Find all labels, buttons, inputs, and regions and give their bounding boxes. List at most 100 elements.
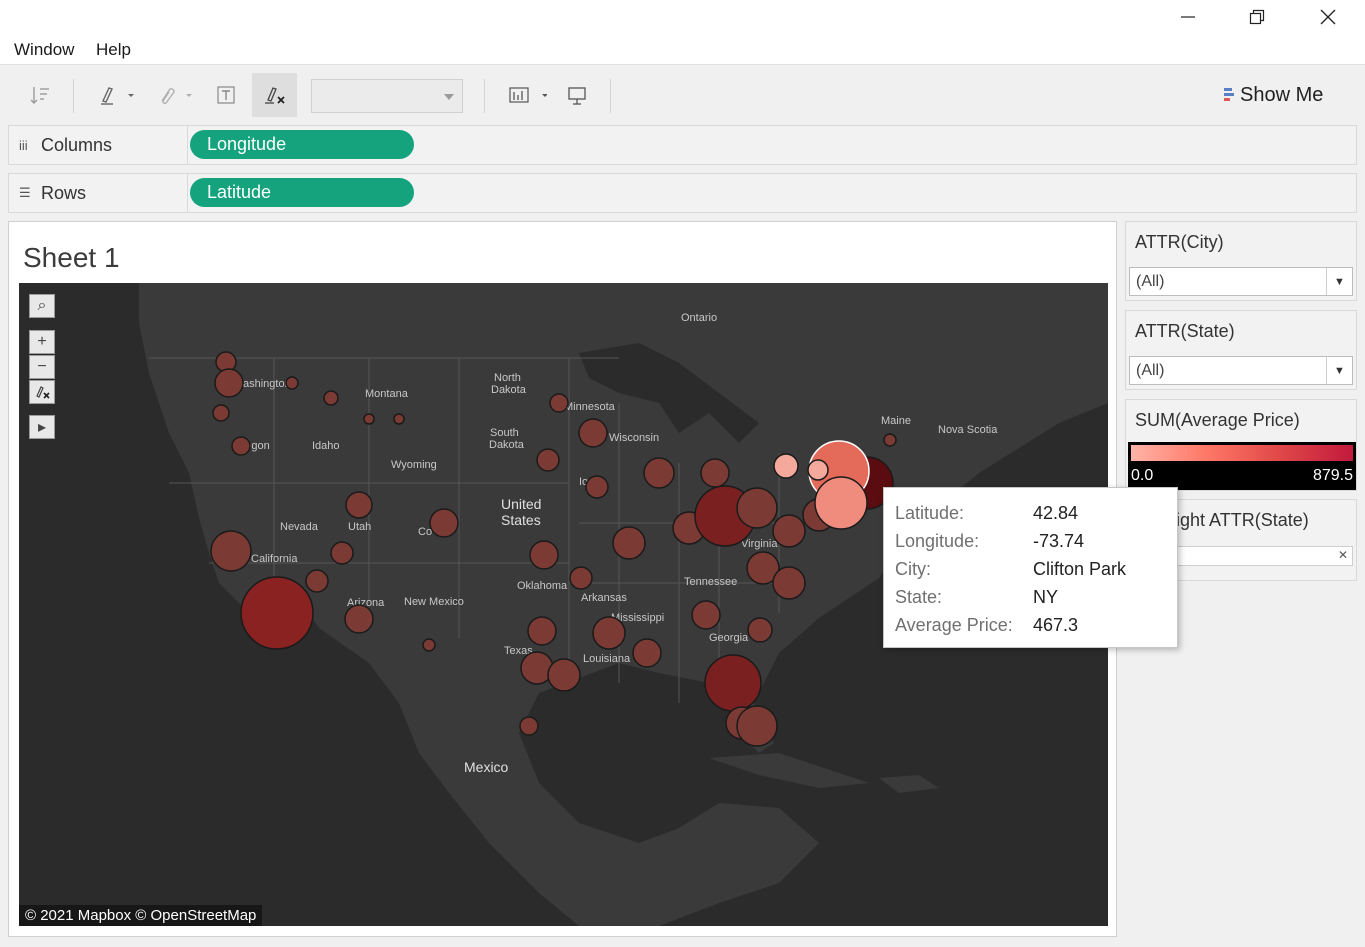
map-mark[interactable] xyxy=(736,487,778,529)
clear-highlight-icon[interactable] xyxy=(252,73,297,117)
map-mark[interactable] xyxy=(632,638,662,668)
tooltip-value: Clifton Park xyxy=(1033,559,1127,579)
map-mark[interactable] xyxy=(519,716,539,736)
chevron-down-icon: ▼ xyxy=(1326,357,1352,384)
map-mark[interactable] xyxy=(772,566,806,600)
tooltip-row-average-price: Average Price: 467.3 xyxy=(895,615,1078,636)
map-mark[interactable] xyxy=(285,376,299,390)
map-mark[interactable] xyxy=(612,526,646,560)
sheet-title: Sheet 1 xyxy=(23,242,120,273)
map-attribution: © 2021 Mapbox © OpenStreetMap xyxy=(19,905,263,926)
map-mark[interactable] xyxy=(344,604,374,634)
zoom-in-icon[interactable]: + xyxy=(29,330,55,354)
map-label-arkansas: Arkansas xyxy=(581,592,627,604)
color-legend: 0.0 879.5 xyxy=(1128,442,1356,490)
map-mark[interactable] xyxy=(323,390,339,406)
longitude-pill[interactable]: Longitude xyxy=(190,130,414,159)
close-icon[interactable]: ✕ xyxy=(1338,548,1348,562)
map-mark[interactable] xyxy=(807,459,829,481)
chart-format-icon[interactable] xyxy=(500,73,550,117)
tooltip: Latitude: 42.84 Longitude: -73.74 City: Cli… xyxy=(883,487,1178,648)
map-label-united-states-1: United xyxy=(501,496,541,512)
map-mark[interactable] xyxy=(691,600,721,630)
map-label-ontario: Ontario xyxy=(681,312,717,324)
map-label-utah: Utah xyxy=(348,521,371,533)
show-me-icon xyxy=(1224,88,1234,101)
toolbar: Show Me xyxy=(0,64,1365,122)
map-mark[interactable] xyxy=(240,576,314,650)
presentation-icon[interactable] xyxy=(562,73,592,117)
zoom-out-icon[interactable]: − xyxy=(29,355,55,379)
hispaniola xyxy=(879,775,939,793)
map-mark[interactable] xyxy=(773,453,799,479)
map-mark[interactable] xyxy=(643,457,675,489)
sort-icon[interactable] xyxy=(24,73,56,117)
map-label-california: California xyxy=(251,553,298,565)
fit-dropdown[interactable] xyxy=(311,79,463,113)
map-mark[interactable] xyxy=(212,404,230,422)
map-mark[interactable] xyxy=(578,418,608,448)
tooltip-value: 42.84 xyxy=(1033,503,1079,523)
close-icon[interactable] xyxy=(1305,0,1351,34)
map-mark[interactable] xyxy=(231,436,251,456)
map-mark[interactable] xyxy=(210,530,252,572)
tooltip-value: NY xyxy=(1033,587,1059,607)
map-label-virginia: Virginia xyxy=(741,538,778,550)
menu-window[interactable]: Window xyxy=(14,40,74,60)
map-mark[interactable] xyxy=(704,654,762,712)
city-filter-dropdown[interactable]: (All) ▼ xyxy=(1129,267,1353,296)
map-label-mexico: Mexico xyxy=(464,759,509,775)
map-mark[interactable] xyxy=(214,368,244,398)
map-mark[interactable] xyxy=(305,569,329,593)
map-mark[interactable] xyxy=(527,616,557,646)
map-mark[interactable] xyxy=(747,617,773,643)
title-bar xyxy=(0,0,1365,36)
columns-icon: iii xyxy=(19,137,28,153)
map-mark[interactable] xyxy=(429,508,459,538)
map-label-new-mexico: New Mexico xyxy=(404,596,464,608)
expand-toolbar-icon[interactable]: ▸ xyxy=(29,415,55,439)
map-mark[interactable] xyxy=(736,705,778,747)
map-mark[interactable] xyxy=(547,658,581,692)
menu-help[interactable]: Help xyxy=(96,40,131,60)
map-mark[interactable] xyxy=(883,433,897,447)
map-mark[interactable] xyxy=(345,491,373,519)
annotate-icon[interactable] xyxy=(150,73,196,117)
map-label-maine: Maine xyxy=(881,415,911,427)
map-mark[interactable] xyxy=(422,638,436,652)
map-mark[interactable] xyxy=(549,393,569,413)
map-mark[interactable] xyxy=(393,413,405,425)
rows-label: Rows xyxy=(41,182,87,203)
minimize-icon[interactable] xyxy=(1165,0,1211,34)
map-mark[interactable] xyxy=(330,541,354,565)
map-mark[interactable] xyxy=(536,448,560,472)
map-label-nova-scotia: Nova Scotia xyxy=(938,424,998,436)
state-filter-dropdown[interactable]: (All) ▼ xyxy=(1129,356,1353,385)
show-me-button[interactable]: Show Me xyxy=(1218,81,1323,109)
map-mark[interactable] xyxy=(569,566,593,590)
map-label-north-dakota-2: Dakota xyxy=(491,384,527,396)
tooltip-label: Average Price: xyxy=(895,615,1013,635)
map-mark[interactable] xyxy=(592,616,626,650)
map-search-icon[interactable]: ⌕ xyxy=(29,294,55,318)
clear-selection-icon[interactable] xyxy=(29,380,55,404)
state-filter-card: ATTR(State) (All) ▼ xyxy=(1125,310,1357,390)
latitude-pill[interactable]: Latitude xyxy=(190,178,414,207)
color-legend-title: SUM(Average Price) xyxy=(1135,410,1300,430)
map-mark[interactable] xyxy=(772,514,806,548)
map-label-idaho: Idaho xyxy=(312,440,340,452)
map-mark[interactable] xyxy=(363,413,375,425)
highlight-icon[interactable] xyxy=(92,73,138,117)
state-filter-value: (All) xyxy=(1136,361,1165,379)
map-label-nevada: Nevada xyxy=(280,521,319,533)
text-box-icon[interactable] xyxy=(212,73,240,117)
map-mark[interactable] xyxy=(529,540,559,570)
map-mark[interactable] xyxy=(814,476,868,530)
map-mark[interactable] xyxy=(585,475,609,499)
restore-icon[interactable] xyxy=(1234,0,1280,34)
legend-min: 0.0 xyxy=(1131,467,1154,484)
map-label-south-dakota-1: South xyxy=(490,427,519,439)
color-gradient xyxy=(1131,445,1353,461)
map-mark[interactable] xyxy=(700,458,730,488)
rows-shelf-label: ☰ Rows xyxy=(9,174,188,212)
